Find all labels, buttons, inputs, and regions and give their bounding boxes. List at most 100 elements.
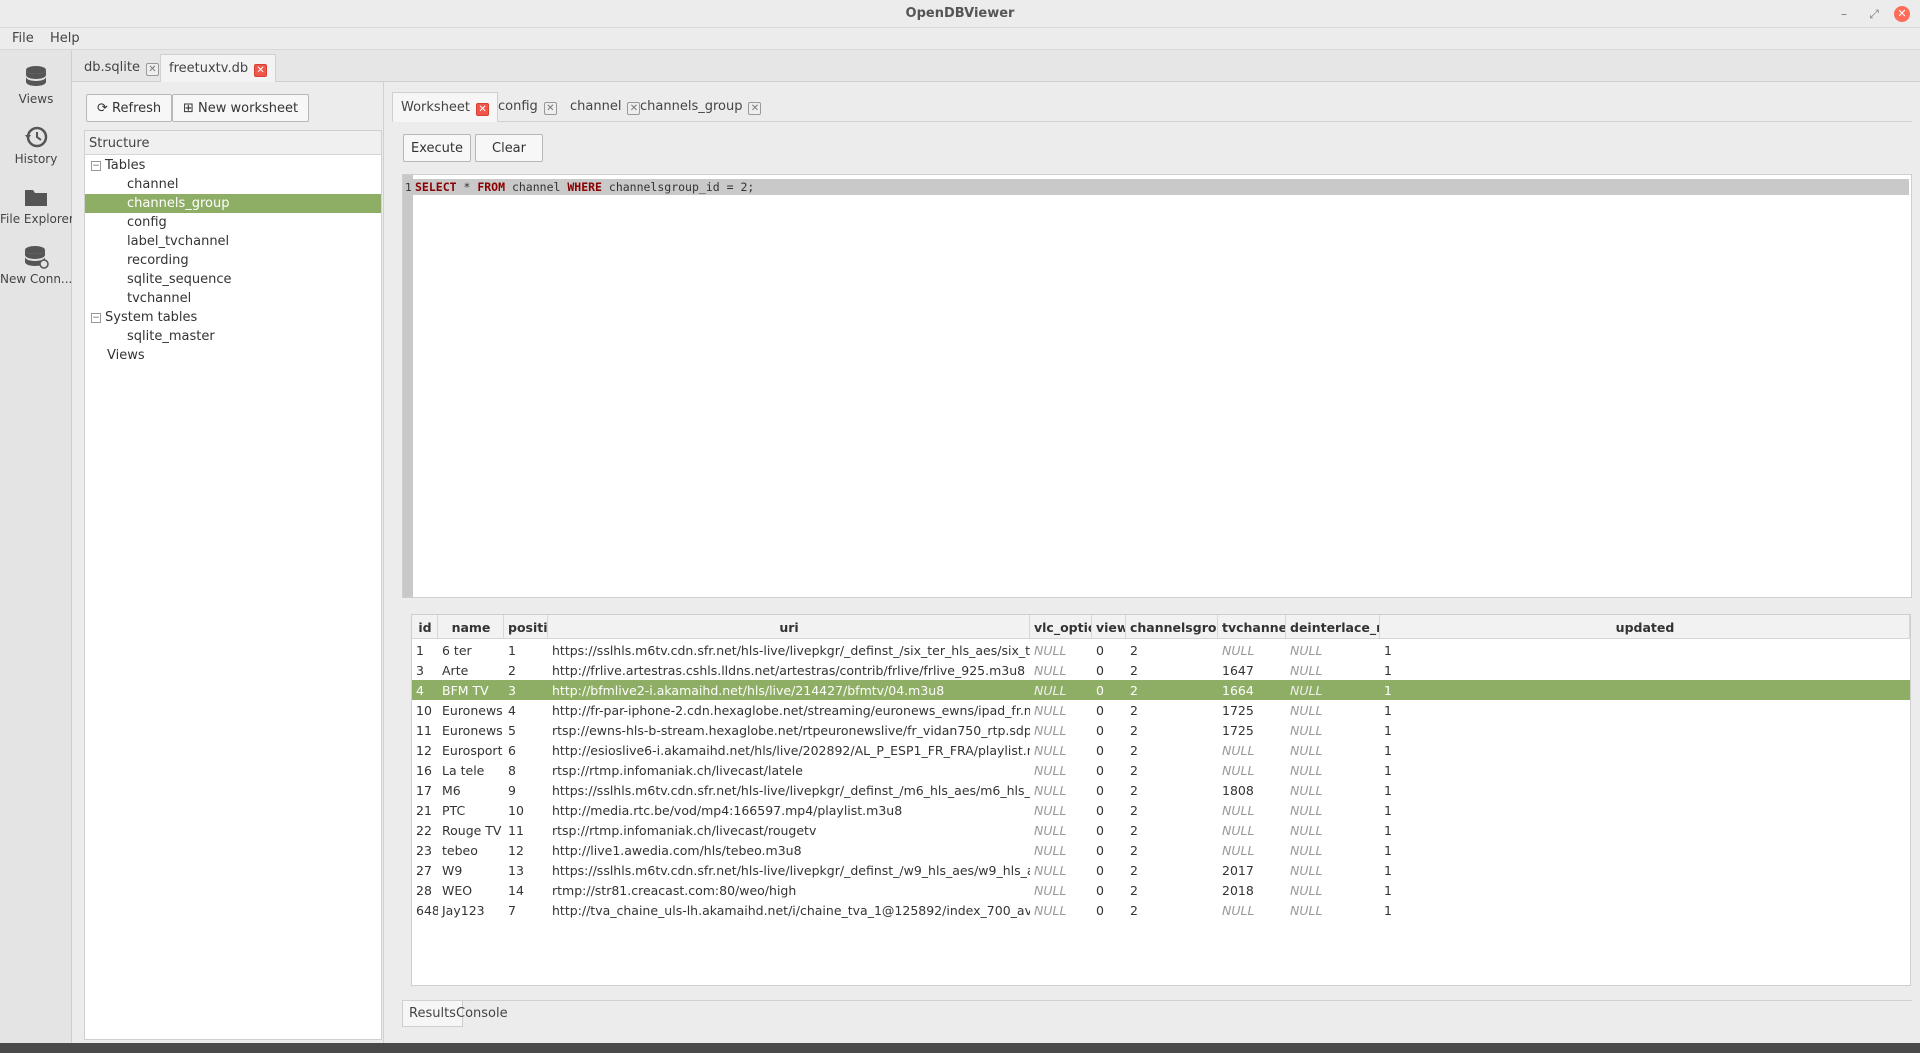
tree-item-table[interactable]: tvchannel xyxy=(85,289,381,308)
table-row[interactable]: 16 La tele 8 rtsp://rtmp.infomaniak.ch/live… xyxy=(412,760,1910,780)
clear-button[interactable]: Clear xyxy=(475,134,543,162)
cell-updated[interactable]: 1 xyxy=(1380,740,1910,760)
tab-console[interactable]: Console xyxy=(450,1001,514,1027)
cell-name[interactable]: WEO xyxy=(438,880,504,900)
cell-uri[interactable]: rtmp://str81.creacast.com:80/weo/high xyxy=(548,880,1030,900)
cell-views[interactable]: 0 xyxy=(1092,880,1126,900)
cell-deinterlace-mode[interactable]: NULL xyxy=(1286,660,1380,680)
cell-uri[interactable]: http://esioslive6-i.akamaihd.net/hls/liv… xyxy=(548,740,1030,760)
cell-position[interactable]: 8 xyxy=(504,760,548,780)
cell-views[interactable]: 0 xyxy=(1092,740,1126,760)
cell-position[interactable]: 1 xyxy=(504,640,548,660)
cell-uri[interactable]: http://bfmlive2-i.akamaihd.net/hls/live/… xyxy=(548,680,1030,700)
cell-views[interactable]: 0 xyxy=(1092,640,1126,660)
cell-vlc-options[interactable]: NULL xyxy=(1030,820,1092,840)
cell-position[interactable]: 5 xyxy=(504,720,548,740)
cell-tvchannel-id[interactable]: NULL xyxy=(1218,640,1286,660)
cell-name[interactable]: Euronews xyxy=(438,700,504,720)
cell-channelsgroup-id[interactable]: 2 xyxy=(1126,780,1218,800)
cell-id[interactable]: 27 xyxy=(412,860,438,880)
table-row[interactable]: 648 Jay123 7 http://tva_chaine_uls-lh.akama… xyxy=(412,900,1910,920)
cell-tvchannel-id[interactable]: 2017 xyxy=(1218,860,1286,880)
tree-item-table[interactable]: recording xyxy=(85,251,381,270)
menu-file[interactable]: File xyxy=(12,31,34,46)
cell-name[interactable]: W9 xyxy=(438,860,504,880)
table-row[interactable]: 27 W9 13 https://sslhls.m6tv.cdn.sfr.net/hl… xyxy=(412,860,1910,880)
cell-vlc-options[interactable]: NULL xyxy=(1030,840,1092,860)
tree-item-table[interactable]: channel xyxy=(85,175,381,194)
maximize-icon[interactable]: ⤢ xyxy=(1864,4,1884,24)
cell-deinterlace-mode[interactable]: NULL xyxy=(1286,700,1380,720)
column-header-channelsgroup-id[interactable]: channelsgroup_id xyxy=(1126,615,1218,639)
execute-button[interactable]: Execute xyxy=(403,134,471,162)
cell-channelsgroup-id[interactable]: 2 xyxy=(1126,760,1218,780)
cell-id[interactable]: 28 xyxy=(412,880,438,900)
cell-channelsgroup-id[interactable]: 2 xyxy=(1126,740,1218,760)
column-header-id[interactable]: id xyxy=(412,615,438,639)
cell-uri[interactable]: https://sslhls.m6tv.cdn.sfr.net/hls-live… xyxy=(548,780,1030,800)
cell-name[interactable]: Eurosport fr xyxy=(438,740,504,760)
cell-views[interactable]: 0 xyxy=(1092,800,1126,820)
cell-uri[interactable]: http://media.rtc.be/vod/mp4:166597.mp4/p… xyxy=(548,800,1030,820)
cell-updated[interactable]: 1 xyxy=(1380,640,1910,660)
cell-deinterlace-mode[interactable]: NULL xyxy=(1286,900,1380,920)
cell-name[interactable]: tebeo xyxy=(438,840,504,860)
cell-id[interactable]: 10 xyxy=(412,700,438,720)
close-tab-icon[interactable]: ✕ xyxy=(254,64,268,77)
tree-item-table[interactable]: config xyxy=(85,213,381,232)
menu-help[interactable]: Help xyxy=(50,31,80,46)
cell-deinterlace-mode[interactable]: NULL xyxy=(1286,680,1380,700)
table-row[interactable]: 11Euronews FR5rtsp://ewns-hls-b-stream.h… xyxy=(412,720,1910,740)
cell-tvchannel-id[interactable]: 1725 xyxy=(1218,700,1286,720)
close-tab-icon[interactable]: ✕ xyxy=(543,102,557,115)
table-row[interactable]: 21 PTC 10 http://media.rtc.be/vod/mp4:16659… xyxy=(412,800,1910,820)
cell-deinterlace-mode[interactable]: NULL xyxy=(1286,760,1380,780)
cell-views[interactable]: 0 xyxy=(1092,900,1126,920)
sql-query-line[interactable]: SELECT * FROM channel WHERE channelsgrou… xyxy=(413,179,1909,195)
minimize-icon[interactable]: – xyxy=(1834,4,1854,24)
cell-deinterlace-mode[interactable]: NULL xyxy=(1286,800,1380,820)
column-header-vlc-options[interactable]: vlc_options xyxy=(1030,615,1092,639)
cell-name[interactable]: Euronews FR xyxy=(438,720,504,740)
cell-position[interactable]: 3 xyxy=(504,680,548,700)
cell-id[interactable]: 11 xyxy=(412,720,438,740)
cell-position[interactable]: 12 xyxy=(504,840,548,860)
cell-position[interactable]: 13 xyxy=(504,860,548,880)
cell-tvchannel-id[interactable]: NULL xyxy=(1218,900,1286,920)
cell-channelsgroup-id[interactable]: 2 xyxy=(1126,840,1218,860)
tab-freetuxtv-db[interactable]: freetuxtv.db ✕ xyxy=(160,54,277,82)
sql-editor[interactable]: 1 SELECT * FROM channel WHERE channelsgr… xyxy=(402,174,1912,598)
cell-deinterlace-mode[interactable]: NULL xyxy=(1286,820,1380,840)
cell-id[interactable]: 4 xyxy=(412,680,438,700)
cell-vlc-options[interactable]: NULL xyxy=(1030,860,1092,880)
cell-deinterlace-mode[interactable]: NULL xyxy=(1286,860,1380,880)
table-row[interactable]: 3 Arte 2 http://frlive.artestras.cshls.lldn… xyxy=(412,660,1910,680)
tree-item-system-table[interactable]: sqlite_master xyxy=(85,327,381,346)
cell-position[interactable]: 2 xyxy=(504,660,548,680)
cell-updated[interactable]: 1 xyxy=(1380,720,1910,740)
tree-item-table[interactable]: label_tvchannel xyxy=(85,232,381,251)
table-row[interactable]: 16 ter 1 https://sslhls.m6tv.cdn.sfr.net/h… xyxy=(412,640,1910,660)
cell-id[interactable]: 17 xyxy=(412,780,438,800)
cell-channelsgroup-id[interactable]: 2 xyxy=(1126,880,1218,900)
cell-vlc-options[interactable]: NULL xyxy=(1030,700,1092,720)
cell-tvchannel-id[interactable]: NULL xyxy=(1218,840,1286,860)
cell-channelsgroup-id[interactable]: 2 xyxy=(1126,700,1218,720)
cell-name[interactable]: Arte xyxy=(438,660,504,680)
tab-channels-group[interactable]: channels_group ✕ xyxy=(632,92,769,122)
cell-views[interactable]: 0 xyxy=(1092,660,1126,680)
column-header-deinterlace-mode[interactable]: deinterlace_mode xyxy=(1286,615,1380,639)
cell-updated[interactable]: 1 xyxy=(1380,760,1910,780)
table-row[interactable]: 28 WEO 14 rtmp://str81.creacast.com:80/weo/… xyxy=(412,880,1910,900)
cell-vlc-options[interactable]: NULL xyxy=(1030,780,1092,800)
cell-uri[interactable]: http://tva_chaine_uls-lh.akamaihd.net/i/… xyxy=(548,900,1030,920)
cell-vlc-options[interactable]: NULL xyxy=(1030,800,1092,820)
cell-position[interactable]: 4 xyxy=(504,700,548,720)
cell-tvchannel-id[interactable]: NULL xyxy=(1218,820,1286,840)
cell-tvchannel-id[interactable]: 1725 xyxy=(1218,720,1286,740)
cell-deinterlace-mode[interactable]: NULL xyxy=(1286,640,1380,660)
cell-channelsgroup-id[interactable]: 2 xyxy=(1126,680,1218,700)
cell-views[interactable]: 0 xyxy=(1092,760,1126,780)
cell-channelsgroup-id[interactable]: 2 xyxy=(1126,820,1218,840)
cell-channelsgroup-id[interactable]: 2 xyxy=(1126,640,1218,660)
